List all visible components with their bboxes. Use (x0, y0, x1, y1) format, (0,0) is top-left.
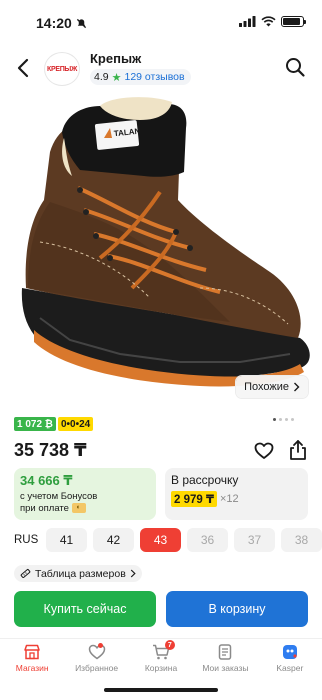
shop-logo-text: КРЕПЫЖ (46, 65, 78, 73)
share-icon[interactable] (288, 439, 308, 461)
home-indicator (104, 688, 218, 692)
size-table-link[interactable]: Таблица размеров (14, 565, 142, 582)
tab-label: Магазин (15, 663, 49, 673)
tab-shop[interactable]: Магазин (0, 639, 64, 678)
bonus-price-card[interactable]: 34 666 ₸ с учетом Бонусов при оплате ◐ (14, 468, 156, 520)
status-icons (239, 16, 306, 27)
add-to-cart-button[interactable]: В корзину (166, 591, 308, 627)
shop-header: КРЕПЫЖ Крепыж 4.9 ★ 129 отзывов (0, 48, 322, 90)
size-option-41[interactable]: 41 (46, 528, 87, 552)
chevron-right-icon (294, 382, 300, 392)
size-system-label: RUS (14, 534, 39, 546)
tab-label: Избранное (75, 663, 119, 673)
orders-icon (219, 644, 232, 660)
bell-muted-icon (76, 18, 86, 28)
shop-icon (24, 644, 40, 660)
star-icon: ★ (111, 71, 122, 84)
size-option-37[interactable]: 37 (234, 528, 275, 552)
similar-button[interactable]: Похожие (236, 376, 308, 398)
boot-image: TALAN (21, 97, 310, 387)
size-option-36[interactable]: 36 (187, 528, 228, 552)
buy-now-button[interactable]: Купить сейчас (14, 591, 156, 627)
clock: 14:20 (36, 15, 72, 31)
price-badges: 1 072 ₿ 0•0•24 (14, 417, 94, 431)
pagination-dot (285, 418, 288, 421)
size-option-38[interactable]: 38 (281, 528, 322, 552)
tab-favorites[interactable]: Избранное (64, 639, 128, 678)
shop-name[interactable]: Крепыж (90, 51, 141, 66)
similar-label: Похожие (244, 381, 289, 393)
heart-icon (88, 644, 105, 660)
gallery-pagination (273, 418, 294, 421)
heart-icon[interactable] (254, 441, 274, 461)
bonus-note-line2: при оплате (20, 503, 69, 514)
installment-amount: 2 979 ₸ (171, 491, 217, 507)
bottom-tab-bar: Магазин Избранное 7 Корзина Мои заказы K… (0, 638, 322, 678)
battery-icon (281, 16, 306, 27)
pagination-dot (279, 418, 282, 421)
shop-rating[interactable]: 4.9 ★ 129 отзывов (90, 69, 191, 85)
installment-months: ×12 (219, 493, 239, 505)
card-icon: ◐ (71, 503, 86, 514)
product-gallery[interactable]: TALAN Похожие (0, 92, 322, 402)
tab-label: Kasper (276, 663, 304, 673)
installment-badge: 0•0•24 (57, 417, 94, 431)
ruler-icon (20, 569, 31, 578)
installment-card[interactable]: В рассрочку 2 979 ₸ ×12 (165, 468, 308, 520)
size-option-43[interactable]: 43 (140, 528, 181, 552)
status-time: 14:20 (36, 15, 87, 31)
tab-kasper[interactable]: Kasper (258, 639, 322, 678)
status-bar: 14:20 (0, 0, 322, 44)
tab-cart[interactable]: 7 Корзина (129, 639, 193, 678)
pagination-dot (291, 418, 294, 421)
installment-title: В рассрочку (171, 473, 239, 487)
size-table-label: Таблица размеров (35, 567, 126, 580)
reviews-link[interactable]: 129 отзывов (124, 71, 184, 83)
wifi-icon (261, 16, 276, 27)
search-icon[interactable] (284, 56, 306, 78)
bonus-badge: 1 072 ₿ (14, 417, 56, 431)
rating-value: 4.9 (94, 71, 109, 83)
bonus-price: 34 666 ₸ (20, 473, 73, 488)
size-selector: 41 42 43 36 37 38 (46, 528, 322, 552)
back-arrow-icon[interactable] (12, 56, 36, 80)
kasper-icon (282, 645, 297, 659)
tab-orders[interactable]: Мои заказы (193, 639, 257, 678)
size-option-42[interactable]: 42 (93, 528, 134, 552)
bonus-note-line2-row: при оплате ◐ (20, 503, 150, 515)
product-price: 35 738 ₸ (14, 440, 87, 460)
cart-count-badge: 7 (164, 640, 175, 650)
shop-logo[interactable]: КРЕПЫЖ (44, 52, 80, 86)
bonus-note: с учетом Бонусов при оплате ◐ (20, 491, 150, 515)
chevron-right-icon (130, 569, 136, 578)
bonus-note-line1: с учетом Бонусов (20, 491, 98, 502)
tab-label: Корзина (144, 663, 178, 673)
pagination-dot (273, 418, 276, 421)
tab-label: Мои заказы (202, 663, 249, 673)
installment-row: 2 979 ₸ ×12 (171, 491, 302, 507)
signal-icon (239, 16, 256, 27)
